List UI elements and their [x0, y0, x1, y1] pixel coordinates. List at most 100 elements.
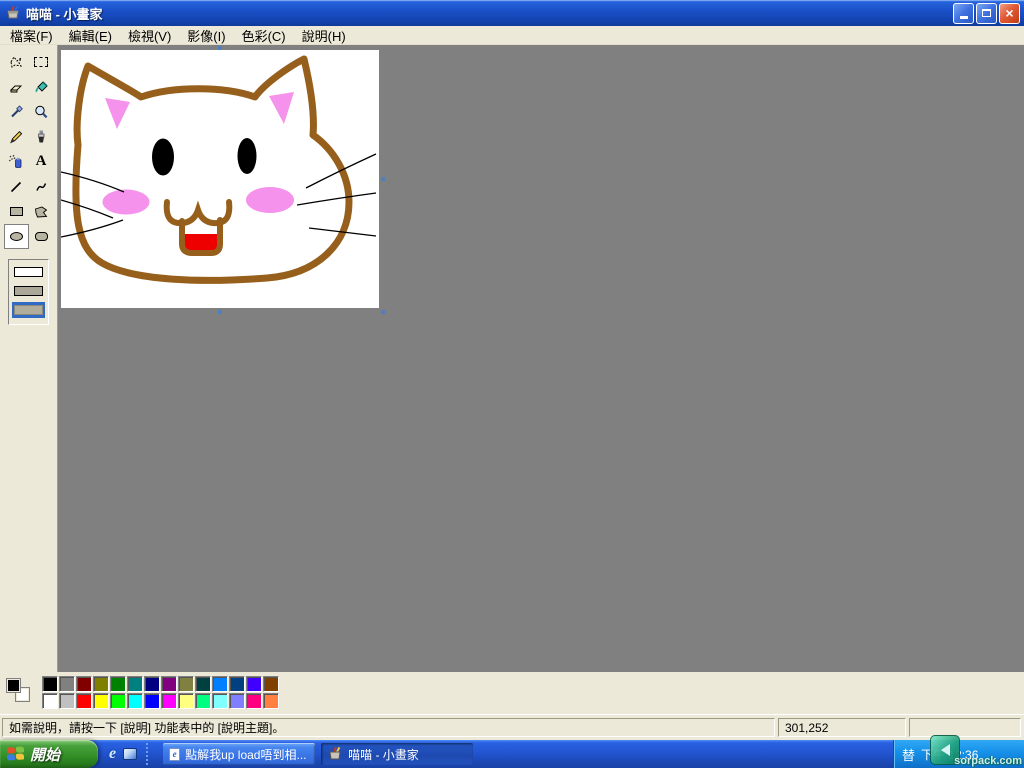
- color-swatch[interactable]: [212, 676, 228, 692]
- eyedropper-icon: [8, 104, 24, 120]
- tool-ellipse[interactable]: [4, 224, 29, 249]
- eraser-icon: [8, 79, 24, 95]
- color-swatch[interactable]: [127, 676, 143, 692]
- canvas[interactable]: [61, 50, 379, 308]
- color-swatch[interactable]: [76, 693, 92, 709]
- fill-style-filled-icon: [14, 305, 43, 315]
- taskbar: 開始 e e 點解我up load唔到相... 喵喵 - 小畫家 替 下午 12…: [0, 740, 1024, 768]
- cat-left-cheek: [103, 190, 150, 215]
- quick-launch: e: [98, 743, 157, 765]
- color-swatch[interactable]: [93, 693, 109, 709]
- color-swatch[interactable]: [212, 693, 228, 709]
- color-swatch[interactable]: [59, 693, 75, 709]
- canvas-resize-handle-top[interactable]: [218, 46, 222, 50]
- magnifier-icon: [33, 104, 49, 120]
- color-swatch[interactable]: [93, 676, 109, 692]
- fill-bucket-icon: [33, 79, 49, 95]
- task-button-paint[interactable]: 喵喵 - 小畫家: [321, 743, 473, 765]
- tool-airbrush[interactable]: [4, 149, 29, 174]
- close-button[interactable]: ×: [999, 3, 1020, 24]
- window-title: 喵喵 - 小畫家: [26, 4, 953, 23]
- polygon-icon: [33, 204, 49, 220]
- fill-style-outline-filled[interactable]: [12, 283, 45, 299]
- main-area: A: [0, 45, 1024, 672]
- menu-item-edit[interactable]: 編輯(E): [61, 25, 120, 46]
- color-swatch[interactable]: [161, 693, 177, 709]
- color-swatch[interactable]: [161, 676, 177, 692]
- ellipse-icon: [10, 232, 23, 241]
- minimize-icon: [960, 16, 968, 19]
- title-bar: 喵喵 - 小畫家 ×: [0, 0, 1024, 26]
- fill-style-outline[interactable]: [12, 264, 45, 280]
- menu-item-help[interactable]: 說明(H): [294, 25, 354, 46]
- color-swatch[interactable]: [42, 693, 58, 709]
- workspace: [57, 45, 1024, 672]
- menu-item-view[interactable]: 檢視(V): [120, 25, 179, 46]
- canvas-resize-handle-corner[interactable]: [381, 310, 385, 314]
- tool-curve[interactable]: [29, 174, 54, 199]
- color-swatch[interactable]: [229, 693, 245, 709]
- menu-item-file[interactable]: 檔案(F): [2, 25, 61, 46]
- menu-bar: 檔案(F) 編輯(E) 檢視(V) 影像(I) 色彩(C) 說明(H): [0, 26, 1024, 45]
- internet-explorer-icon[interactable]: e: [109, 746, 116, 762]
- tool-rectangle[interactable]: [4, 199, 29, 224]
- curve-icon: [33, 179, 49, 195]
- canvas-resize-handle-bottom[interactable]: [218, 310, 222, 314]
- tool-palette: A: [0, 45, 57, 672]
- line-icon: [8, 179, 24, 195]
- canvas-resize-handle-right[interactable]: [381, 177, 385, 181]
- watermark: sorpack.com: [930, 735, 1022, 768]
- color-swatch[interactable]: [127, 693, 143, 709]
- cat-left-eye: [152, 139, 174, 176]
- menu-item-colors[interactable]: 色彩(C): [234, 25, 294, 46]
- color-swatch[interactable]: [263, 676, 279, 692]
- color-swatch-grid: [42, 676, 279, 709]
- free-form-select-icon: [8, 54, 24, 70]
- system-tray: 替 下午 12:36 sorpack.com: [893, 740, 1024, 768]
- ime-indicator[interactable]: 替: [902, 745, 915, 764]
- color-swatch[interactable]: [59, 676, 75, 692]
- text-tool-icon: A: [36, 153, 47, 170]
- color-swatch[interactable]: [178, 693, 194, 709]
- cat-drawing: [61, 50, 379, 308]
- tool-rounded-rectangle[interactable]: [29, 224, 54, 249]
- tool-free-form-select[interactable]: [4, 49, 29, 74]
- start-button[interactable]: 開始: [0, 740, 98, 768]
- restore-button[interactable]: [976, 3, 997, 24]
- tool-options-box: [8, 259, 49, 325]
- brush-icon: [33, 129, 49, 145]
- task-button-browser[interactable]: e 點解我up load唔到相...: [163, 743, 315, 765]
- color-swatch[interactable]: [263, 693, 279, 709]
- windows-flag-icon: [7, 746, 25, 762]
- color-swatch[interactable]: [229, 676, 245, 692]
- tool-magnifier[interactable]: [29, 99, 54, 124]
- color-swatch[interactable]: [110, 693, 126, 709]
- tool-pencil[interactable]: [4, 124, 29, 149]
- color-swatch[interactable]: [246, 676, 262, 692]
- outlook-express-icon[interactable]: [123, 748, 137, 760]
- color-swatch[interactable]: [195, 676, 211, 692]
- color-swatch[interactable]: [42, 676, 58, 692]
- color-swatch[interactable]: [195, 693, 211, 709]
- fill-style-filled[interactable]: [12, 302, 45, 318]
- tool-text[interactable]: A: [29, 149, 54, 174]
- watermark-arrow-icon: [941, 744, 950, 756]
- tool-brush[interactable]: [29, 124, 54, 149]
- start-label: 開始: [30, 744, 60, 765]
- color-swatch[interactable]: [110, 676, 126, 692]
- airbrush-icon: [8, 154, 24, 170]
- tool-polygon[interactable]: [29, 199, 54, 224]
- color-swatch[interactable]: [246, 693, 262, 709]
- color-swatch[interactable]: [178, 676, 194, 692]
- tool-line[interactable]: [4, 174, 29, 199]
- close-icon: ×: [1005, 6, 1013, 20]
- tool-select[interactable]: [29, 49, 54, 74]
- color-swatch[interactable]: [76, 676, 92, 692]
- tool-eraser[interactable]: [4, 74, 29, 99]
- tool-fill-with-color[interactable]: [29, 74, 54, 99]
- tool-pick-color[interactable]: [4, 99, 29, 124]
- color-swatch[interactable]: [144, 676, 160, 692]
- menu-item-image[interactable]: 影像(I): [179, 25, 233, 46]
- color-swatch[interactable]: [144, 693, 160, 709]
- minimize-button[interactable]: [953, 3, 974, 24]
